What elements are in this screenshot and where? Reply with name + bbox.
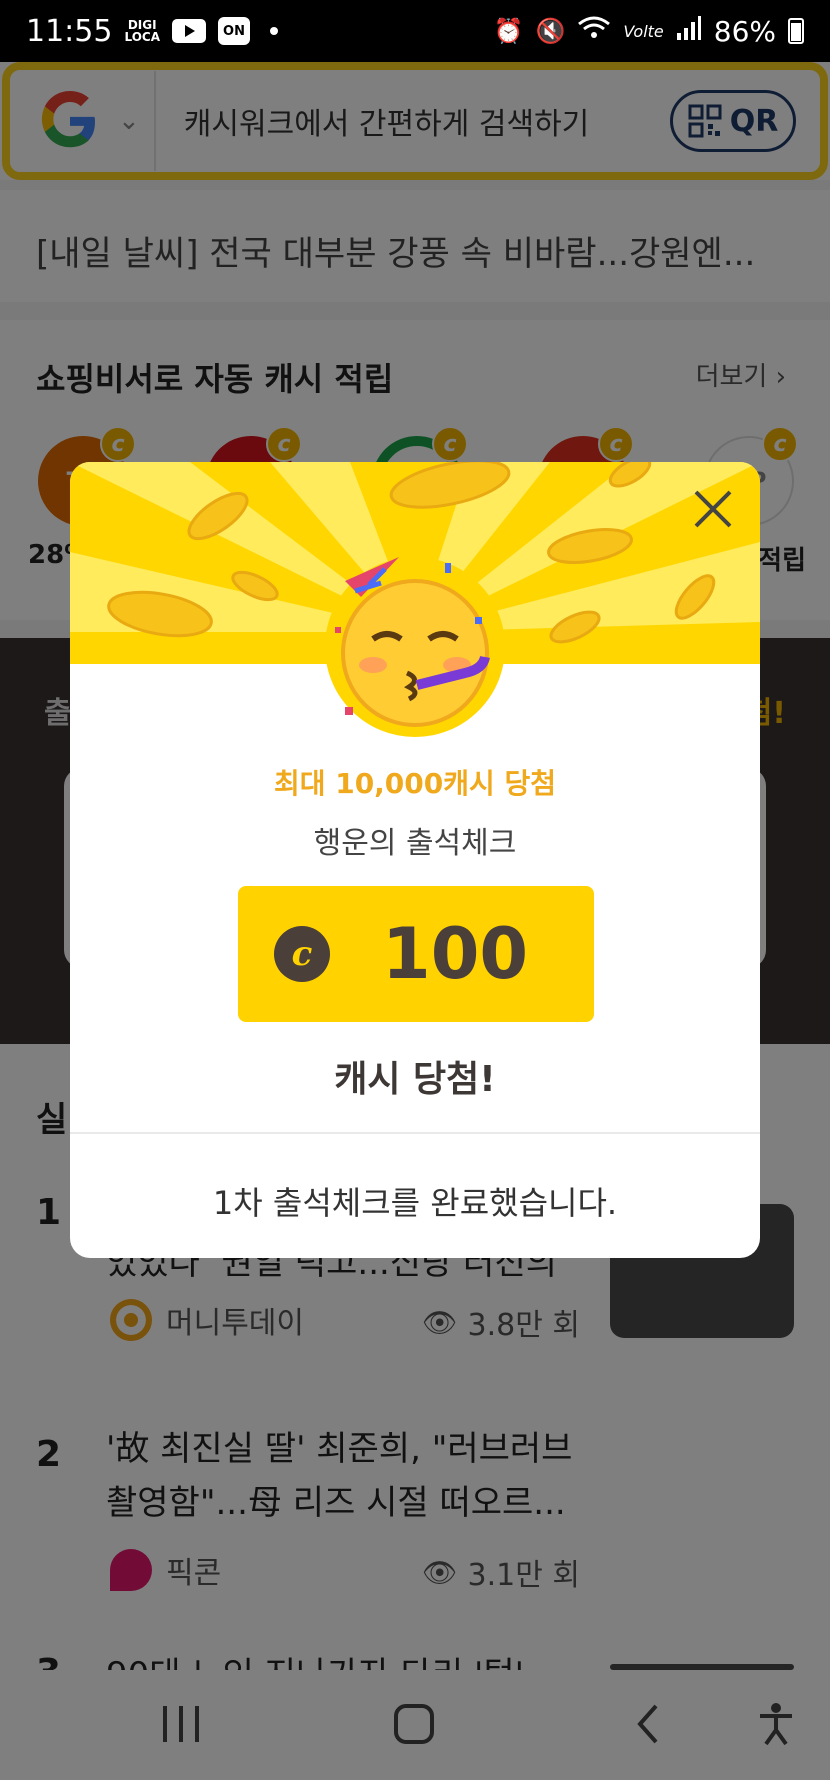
notification-dot-icon — [269, 27, 278, 35]
win-text: 캐시 당첨! — [334, 1059, 496, 1100]
popup-title: 행운의 출석체크 — [313, 826, 517, 861]
cash-coin-icon: c — [274, 926, 330, 982]
alarm-icon: ⏰ — [493, 17, 524, 45]
wifi-icon — [577, 15, 611, 47]
volte-icon: Volte — [623, 21, 664, 41]
modal-backdrop-nav — [0, 1670, 830, 1780]
status-bar: 11:55 DIGI LOCA ON ⏰ 🔇 Volte 86% — [0, 0, 830, 62]
divider — [70, 1132, 760, 1134]
signal-icon — [676, 15, 702, 48]
digiloca-bottom: LOCA — [124, 30, 160, 44]
prize-box: c 100 — [238, 886, 594, 1022]
max-reward-text: 최대 10,000캐시 당첨 — [273, 767, 557, 800]
attendance-popup: 최대 10,000캐시 당첨 행운의 출석체크 c 100 캐시 당첨! 1차 … — [70, 462, 760, 1258]
party-face-icon — [335, 557, 490, 727]
digiloca-icon: DIGI LOCA — [124, 19, 160, 43]
prize-amount: 100 — [382, 913, 529, 995]
completion-message[interactable]: 1차 출석체크를 완료했습니다. — [70, 1178, 760, 1224]
battery-icon — [788, 18, 804, 44]
clock: 11:55 — [26, 13, 113, 49]
close-icon[interactable] — [688, 484, 738, 534]
battery-percent: 86% — [713, 14, 776, 48]
mute-icon: 🔇 — [535, 17, 566, 45]
on-icon: ON — [217, 17, 250, 45]
youtube-icon — [171, 19, 206, 43]
